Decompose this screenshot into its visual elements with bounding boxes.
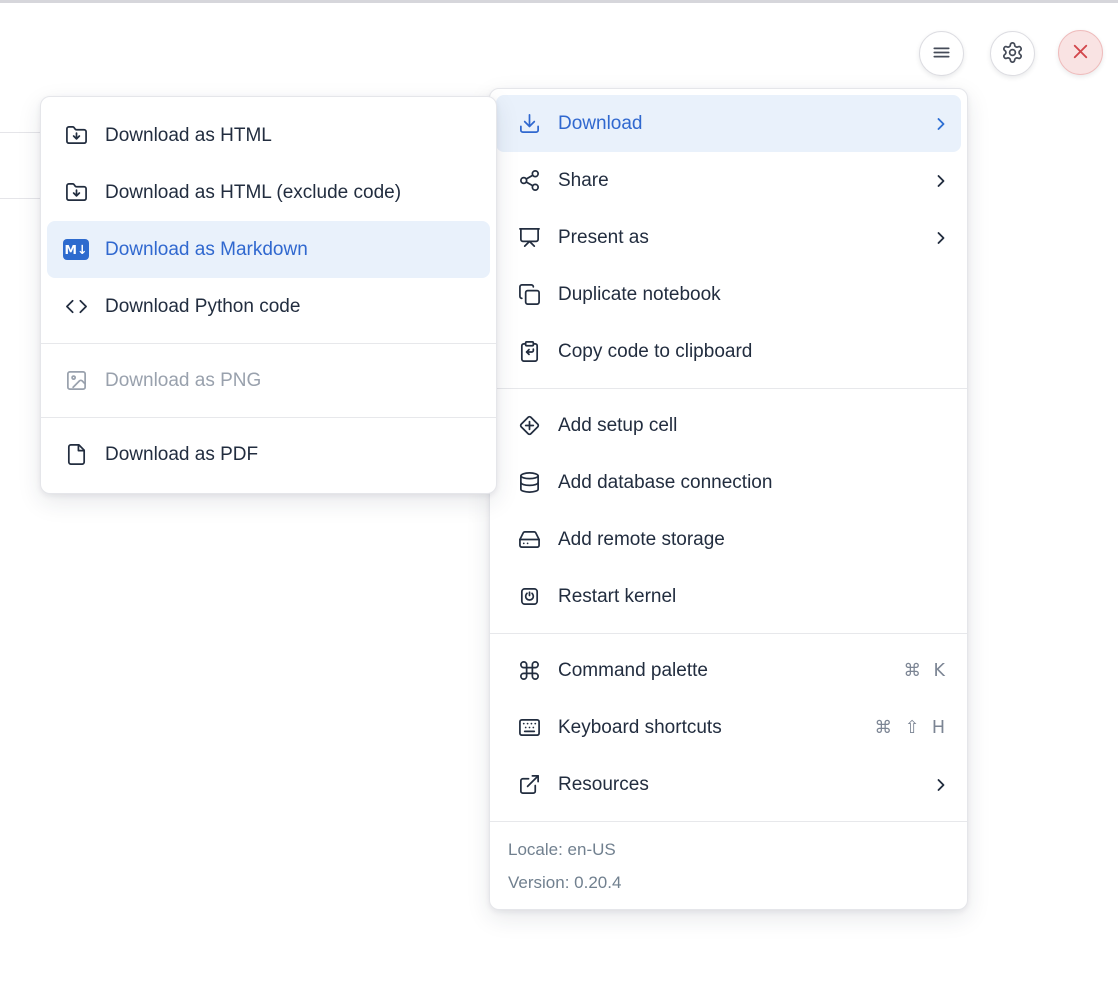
menu-item-label: Download as PNG: [105, 370, 480, 392]
menu-section: Download as PDF: [41, 417, 496, 493]
folder-down-icon: [63, 123, 89, 149]
menu-section: Add setup cell Add database connection Add…: [490, 388, 967, 633]
menu-section: Download as PNG: [41, 343, 496, 417]
menu-item-download-as-html-exclude-code[interactable]: Download as HTML (exclude code): [47, 164, 490, 221]
menu-item-download-python-code[interactable]: Download Python code: [47, 278, 490, 335]
hard-drive-icon: [516, 527, 542, 553]
menu-item-label: Add database connection: [558, 472, 951, 494]
keyboard-icon: [516, 715, 542, 741]
page-top-border: [0, 0, 1118, 3]
menu-item-download[interactable]: Download: [496, 95, 961, 152]
menu-item-restart-kernel[interactable]: Restart kernel: [496, 568, 961, 625]
command-icon: [516, 658, 542, 684]
menu-item-label: Add setup cell: [558, 415, 951, 437]
menu-item-duplicate-notebook[interactable]: Duplicate notebook: [496, 266, 961, 323]
menu-item-label: Download as Markdown: [105, 239, 480, 261]
menu-item-label: Download as PDF: [105, 444, 480, 466]
gear-icon: [1001, 41, 1024, 67]
chevron-right-icon: [931, 228, 951, 248]
power-icon: [516, 584, 542, 610]
menu-item-add-setup-cell[interactable]: Add setup cell: [496, 397, 961, 454]
file-icon: [63, 442, 89, 468]
chevron-right-icon: [931, 114, 951, 134]
menu-item-label: Download Python code: [105, 296, 480, 318]
presentation-icon: [516, 225, 542, 251]
menu-section: Download as HTML Download as HTML (exclud…: [41, 97, 496, 343]
menu-item-command-palette[interactable]: Command palette⌘ K: [496, 642, 961, 699]
close-icon: [1069, 40, 1092, 66]
menu-section: Command palette⌘ KKeyboard shortcuts⌘ ⇧ …: [490, 633, 967, 821]
menu-item-label: Duplicate notebook: [558, 284, 951, 306]
image-icon: [63, 368, 89, 394]
menu-section: Download Share Present as Duplicate noteboo…: [490, 89, 967, 388]
menu-item-keyboard-shortcuts[interactable]: Keyboard shortcuts⌘ ⇧ H: [496, 699, 961, 756]
menu-item-label: Command palette: [558, 660, 903, 682]
menu-item-label: Download as HTML (exclude code): [105, 182, 480, 204]
notebook-menu-button[interactable]: [919, 31, 964, 76]
menu-item-present-as[interactable]: Present as: [496, 209, 961, 266]
menu-item-copy-code-to-clipboard[interactable]: Copy code to clipboard: [496, 323, 961, 380]
diamond-plus-icon: [516, 413, 542, 439]
chevron-right-icon: [931, 171, 951, 191]
keyboard-shortcut-hint: ⌘ K: [903, 661, 945, 681]
menu-item-label: Present as: [558, 227, 931, 249]
notebook-actions-menu: Download Share Present as Duplicate noteboo…: [489, 88, 968, 910]
menu-item-label: Resources: [558, 774, 931, 796]
menu-item-label: Share: [558, 170, 931, 192]
shutdown-button[interactable]: [1058, 30, 1103, 75]
markdown-icon: M↓: [63, 237, 89, 263]
menu-item-resources[interactable]: Resources: [496, 756, 961, 813]
version-text: Version: 0.20.4: [508, 866, 949, 899]
menu-item-download-as-pdf[interactable]: Download as PDF: [47, 426, 490, 483]
share-icon: [516, 168, 542, 194]
download-submenu: Download as HTML Download as HTML (exclud…: [40, 96, 497, 494]
hamburger-icon: [930, 41, 953, 67]
menu-item-label: Add remote storage: [558, 529, 951, 551]
menu-item-label: Download: [558, 113, 931, 135]
database-icon: [516, 470, 542, 496]
menu-item-label: Keyboard shortcuts: [558, 717, 875, 739]
menu-item-label: Download as HTML: [105, 125, 480, 147]
menu-footer: Locale: en-US Version: 0.20.4: [490, 821, 967, 909]
locale-text: Locale: en-US: [508, 833, 949, 866]
chevron-right-icon: [931, 775, 951, 795]
duplicate-icon: [516, 282, 542, 308]
external-link-icon: [516, 772, 542, 798]
menu-item-download-as-markdown[interactable]: M↓ Download as Markdown: [47, 221, 490, 278]
code-icon: [63, 294, 89, 320]
clipboard-arrow-icon: [516, 339, 542, 365]
folder-down-icon: [63, 180, 89, 206]
background-rule-line: [0, 198, 41, 199]
menu-item-share[interactable]: Share: [496, 152, 961, 209]
menu-item-label: Copy code to clipboard: [558, 341, 951, 363]
background-rule-line: [0, 132, 41, 133]
menu-item-label: Restart kernel: [558, 586, 951, 608]
download-icon: [516, 111, 542, 137]
menu-item-add-remote-storage[interactable]: Add remote storage: [496, 511, 961, 568]
menu-item-add-database-connection[interactable]: Add database connection: [496, 454, 961, 511]
menu-item-download-as-png: Download as PNG: [47, 352, 490, 409]
settings-button[interactable]: [990, 31, 1035, 76]
markdown-badge: M↓: [63, 239, 89, 260]
keyboard-shortcut-hint: ⌘ ⇧ H: [875, 718, 945, 738]
menu-item-download-as-html[interactable]: Download as HTML: [47, 107, 490, 164]
